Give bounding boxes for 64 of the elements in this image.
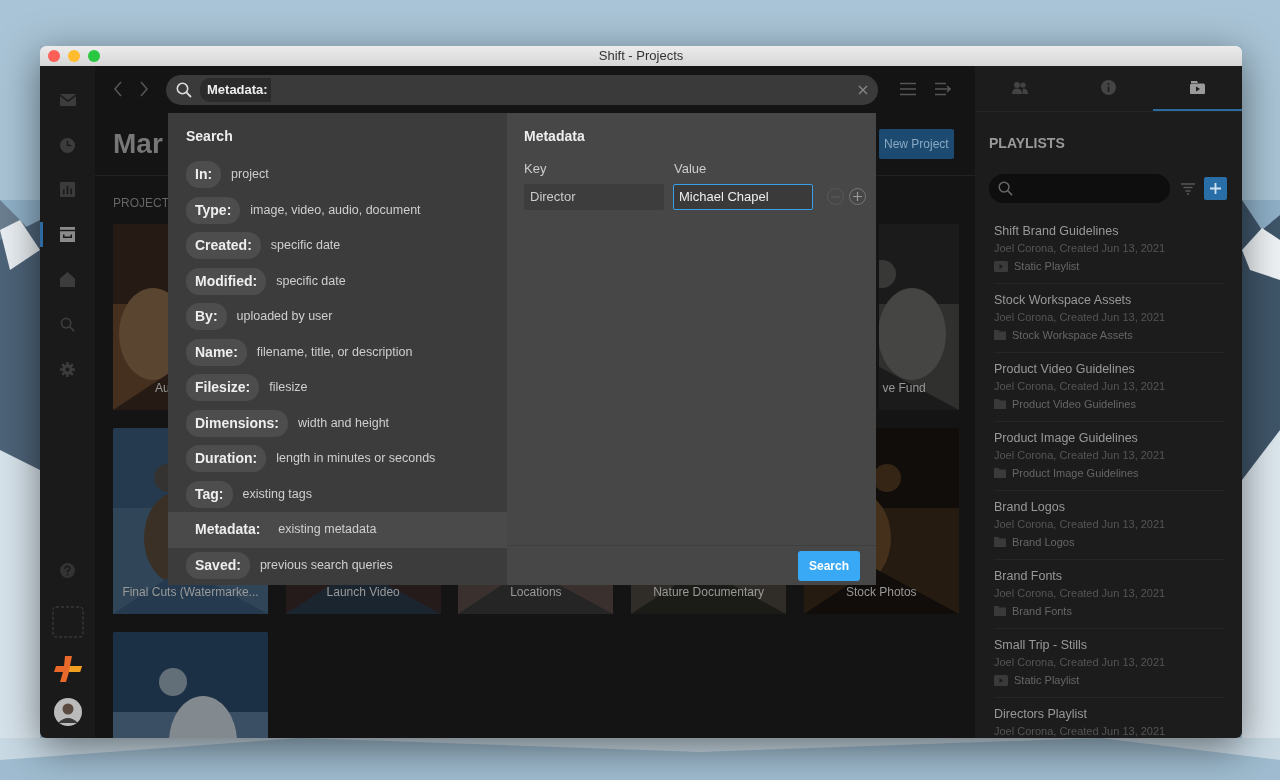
info-icon xyxy=(1101,80,1116,95)
project-title[interactable]: Locations xyxy=(510,583,562,601)
archive-icon[interactable] xyxy=(60,227,75,243)
clear-icon[interactable] xyxy=(858,85,868,95)
drop-zone-icon[interactable] xyxy=(51,606,84,638)
folder-icon xyxy=(994,399,1006,409)
list-view-icon[interactable] xyxy=(900,82,916,96)
new-project-button[interactable]: New Project xyxy=(879,129,954,159)
value-field[interactable]: Michael Chapel xyxy=(673,183,813,210)
filter-option[interactable]: In: project xyxy=(168,157,507,193)
mail-icon[interactable] xyxy=(59,94,76,107)
filter-option[interactable]: Dimensions: width and height xyxy=(168,405,507,441)
window-title: Shift - Projects xyxy=(598,47,684,65)
filter-option[interactable]: Tag: existing tags xyxy=(168,476,507,512)
filter-icon[interactable] xyxy=(1181,182,1195,195)
chevron-left-icon xyxy=(113,81,123,97)
people-icon xyxy=(1011,81,1028,94)
plus-icon xyxy=(1210,183,1221,194)
filter-option[interactable]: By: uploaded by user xyxy=(168,299,507,335)
key-field[interactable]: Director xyxy=(524,183,664,210)
project-title[interactable]: Stock Photos xyxy=(845,583,917,601)
clock-icon[interactable] xyxy=(60,137,75,153)
project-title[interactable]: Launch Video xyxy=(326,583,400,601)
minimize-window-button[interactable] xyxy=(68,50,80,62)
filter-option[interactable]: Type: image, video, audio, document xyxy=(168,192,507,228)
filter-option[interactable]: Name: filename, title, or description xyxy=(168,334,507,370)
filter-option[interactable]: Filesize: filesize xyxy=(168,370,507,406)
folder-icon xyxy=(994,537,1006,547)
search-icon xyxy=(176,82,192,98)
section-label: PROJECT xyxy=(113,195,169,212)
close-window-button[interactable] xyxy=(48,50,60,62)
field-label: Key xyxy=(524,161,547,176)
search-icon[interactable] xyxy=(60,316,75,332)
add-playlist-button[interactable] xyxy=(1204,177,1227,200)
search-icon xyxy=(998,181,1013,196)
home-icon[interactable] xyxy=(60,272,75,288)
filter-option[interactable]: Created: specific date xyxy=(168,228,507,264)
plus-icon xyxy=(853,192,862,201)
folder-icon xyxy=(994,468,1006,478)
playlist-search-field[interactable] xyxy=(989,174,1170,203)
filter-option[interactable]: Duration: length in minutes or seconds xyxy=(168,441,507,477)
static-playlist-icon xyxy=(994,674,1008,686)
filter-option[interactable]: Metadata: existing metadata xyxy=(168,512,507,548)
sidebar-toggle-icon[interactable] xyxy=(935,82,951,96)
help-icon[interactable] xyxy=(60,563,75,578)
static-playlist-icon xyxy=(994,260,1008,272)
playlist-icon xyxy=(1190,81,1205,94)
logo-icon[interactable] xyxy=(52,654,83,684)
page-heading: Mar xyxy=(113,126,163,161)
panel-title: PLAYLISTS xyxy=(989,135,1065,151)
zoom-window-button[interactable] xyxy=(88,50,100,62)
panel-heading: Metadata xyxy=(524,127,586,146)
folder-icon xyxy=(994,606,1006,616)
settings-icon[interactable] xyxy=(60,361,75,377)
filter-option[interactable]: Modified: specific date xyxy=(168,263,507,299)
search-token[interactable]: Metadata: xyxy=(200,78,271,102)
chevron-right-icon xyxy=(139,81,149,97)
folder-icon xyxy=(994,330,1006,340)
filter-option[interactable]: Saved: previous search queries xyxy=(168,547,507,583)
menu-heading: Search xyxy=(186,128,233,144)
avatar-icon[interactable] xyxy=(53,698,82,726)
search-field[interactable]: Metadata: xyxy=(166,75,878,105)
chart-icon[interactable] xyxy=(60,182,75,198)
field-label: Value xyxy=(674,161,707,176)
